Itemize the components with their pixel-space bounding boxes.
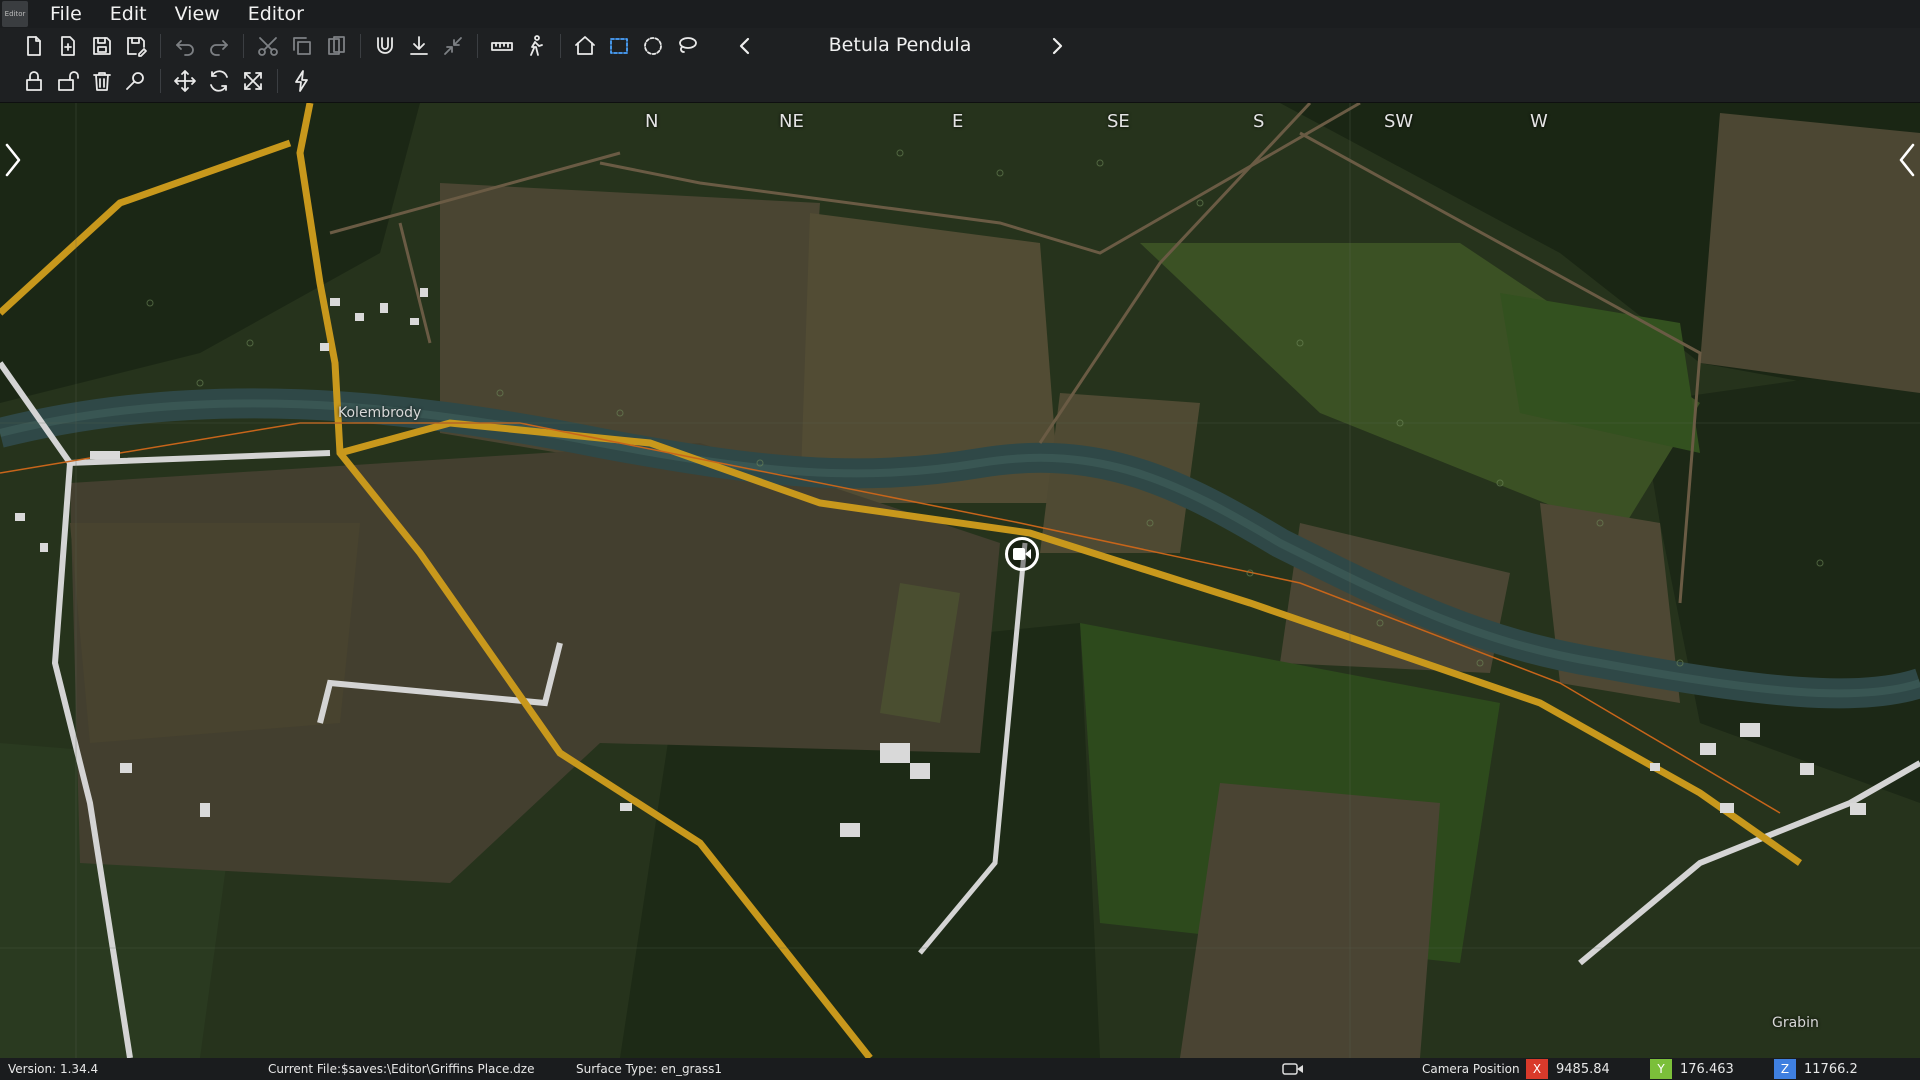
menu-editor[interactable]: Editor xyxy=(234,3,318,25)
redo-icon[interactable] xyxy=(205,32,233,60)
y-axis-tag: Y xyxy=(1650,1059,1672,1079)
video-camera-icon xyxy=(1013,548,1031,560)
camera-position-label: Camera Position xyxy=(1422,1062,1520,1076)
compass-w: W xyxy=(1530,111,1548,132)
ruler-icon[interactable] xyxy=(488,32,516,60)
delete-icon[interactable] xyxy=(88,67,116,95)
search-icon[interactable] xyxy=(122,67,150,95)
cut-icon[interactable] xyxy=(254,32,282,60)
scale-icon[interactable] xyxy=(239,67,267,95)
map-viewport[interactable]: N NE E SE S SW W Kolembrody Grabin xyxy=(0,103,1920,1058)
object-title: Betula Pendula xyxy=(828,34,972,56)
toolbar-row-1 xyxy=(20,29,707,63)
compass-n: N xyxy=(645,111,659,132)
compass-ne: NE xyxy=(779,111,804,132)
x-axis-tag: X xyxy=(1526,1059,1548,1079)
save-as-icon[interactable] xyxy=(122,32,150,60)
place-label-kolembrody: Kolembrody xyxy=(338,405,422,421)
camera-z-value: 11766.2 xyxy=(1804,1062,1858,1077)
new-file-icon[interactable] xyxy=(20,32,48,60)
save-icon[interactable] xyxy=(88,32,116,60)
lasso-select-icon[interactable] xyxy=(673,32,701,60)
toolbar-separator xyxy=(243,34,244,58)
menu-bar: Editor File Edit View Editor xyxy=(0,0,1920,29)
terrain-map xyxy=(0,103,1920,1058)
toolbar-separator xyxy=(477,34,478,58)
toolbar: Betula Pendula xyxy=(0,28,1920,103)
chevron-right-icon xyxy=(1052,37,1063,55)
toolbar-separator xyxy=(160,34,161,58)
left-panel-toggle[interactable] xyxy=(0,138,26,182)
toolbar-row-2 xyxy=(20,64,322,98)
app-logo-text: Editor xyxy=(4,10,26,18)
chevron-right-icon xyxy=(5,143,21,177)
lock-icon[interactable] xyxy=(20,67,48,95)
compass-e: E xyxy=(952,111,964,132)
right-panel-toggle[interactable] xyxy=(1894,138,1920,182)
toolbar-separator xyxy=(160,69,161,93)
current-file-text: Current File:$saves:\Editor\Griffins Pla… xyxy=(268,1062,535,1076)
move-icon[interactable] xyxy=(171,67,199,95)
camera-y-value: 176.463 xyxy=(1680,1062,1734,1077)
walk-icon[interactable] xyxy=(522,32,550,60)
menu-view[interactable]: View xyxy=(161,3,234,25)
magnet-snap-icon[interactable] xyxy=(371,32,399,60)
undo-icon[interactable] xyxy=(171,32,199,60)
camera-x-value: 9485.84 xyxy=(1556,1062,1610,1077)
import-file-icon[interactable] xyxy=(54,32,82,60)
menu-edit[interactable]: Edit xyxy=(96,3,161,25)
version-text: Version: 1.34.4 xyxy=(8,1062,99,1076)
surface-type-text: Surface Type: en_grass1 xyxy=(576,1062,722,1076)
compass-se: SE xyxy=(1107,111,1130,132)
z-axis-tag: Z xyxy=(1774,1059,1796,1079)
chevron-left-icon xyxy=(1899,143,1915,177)
lightning-icon[interactable] xyxy=(288,67,316,95)
status-bar: Version: 1.34.4 Current File:$saves:\Edi… xyxy=(0,1058,1920,1080)
home-icon[interactable] xyxy=(571,32,599,60)
app-logo-icon: Editor xyxy=(2,1,28,27)
toolbar-separator xyxy=(277,69,278,93)
rectangle-select-icon[interactable] xyxy=(605,32,633,60)
toolbar-separator xyxy=(360,34,361,58)
camera-icon[interactable] xyxy=(1282,1061,1304,1077)
place-label-grabin: Grabin xyxy=(1772,1015,1819,1031)
drop-to-ground-icon[interactable] xyxy=(405,32,433,60)
menu-file[interactable]: File xyxy=(36,3,96,25)
paste-icon[interactable] xyxy=(322,32,350,60)
camera-marker[interactable] xyxy=(1005,537,1039,571)
circle-select-icon[interactable] xyxy=(639,32,667,60)
next-object-button[interactable] xyxy=(1044,32,1070,60)
compass-sw: SW xyxy=(1384,111,1414,132)
unlock-icon[interactable] xyxy=(54,67,82,95)
collapse-icon[interactable] xyxy=(439,32,467,60)
toolbar-separator xyxy=(560,34,561,58)
copy-icon[interactable] xyxy=(288,32,316,60)
rotate-icon[interactable] xyxy=(205,67,233,95)
compass-s: S xyxy=(1253,111,1265,132)
